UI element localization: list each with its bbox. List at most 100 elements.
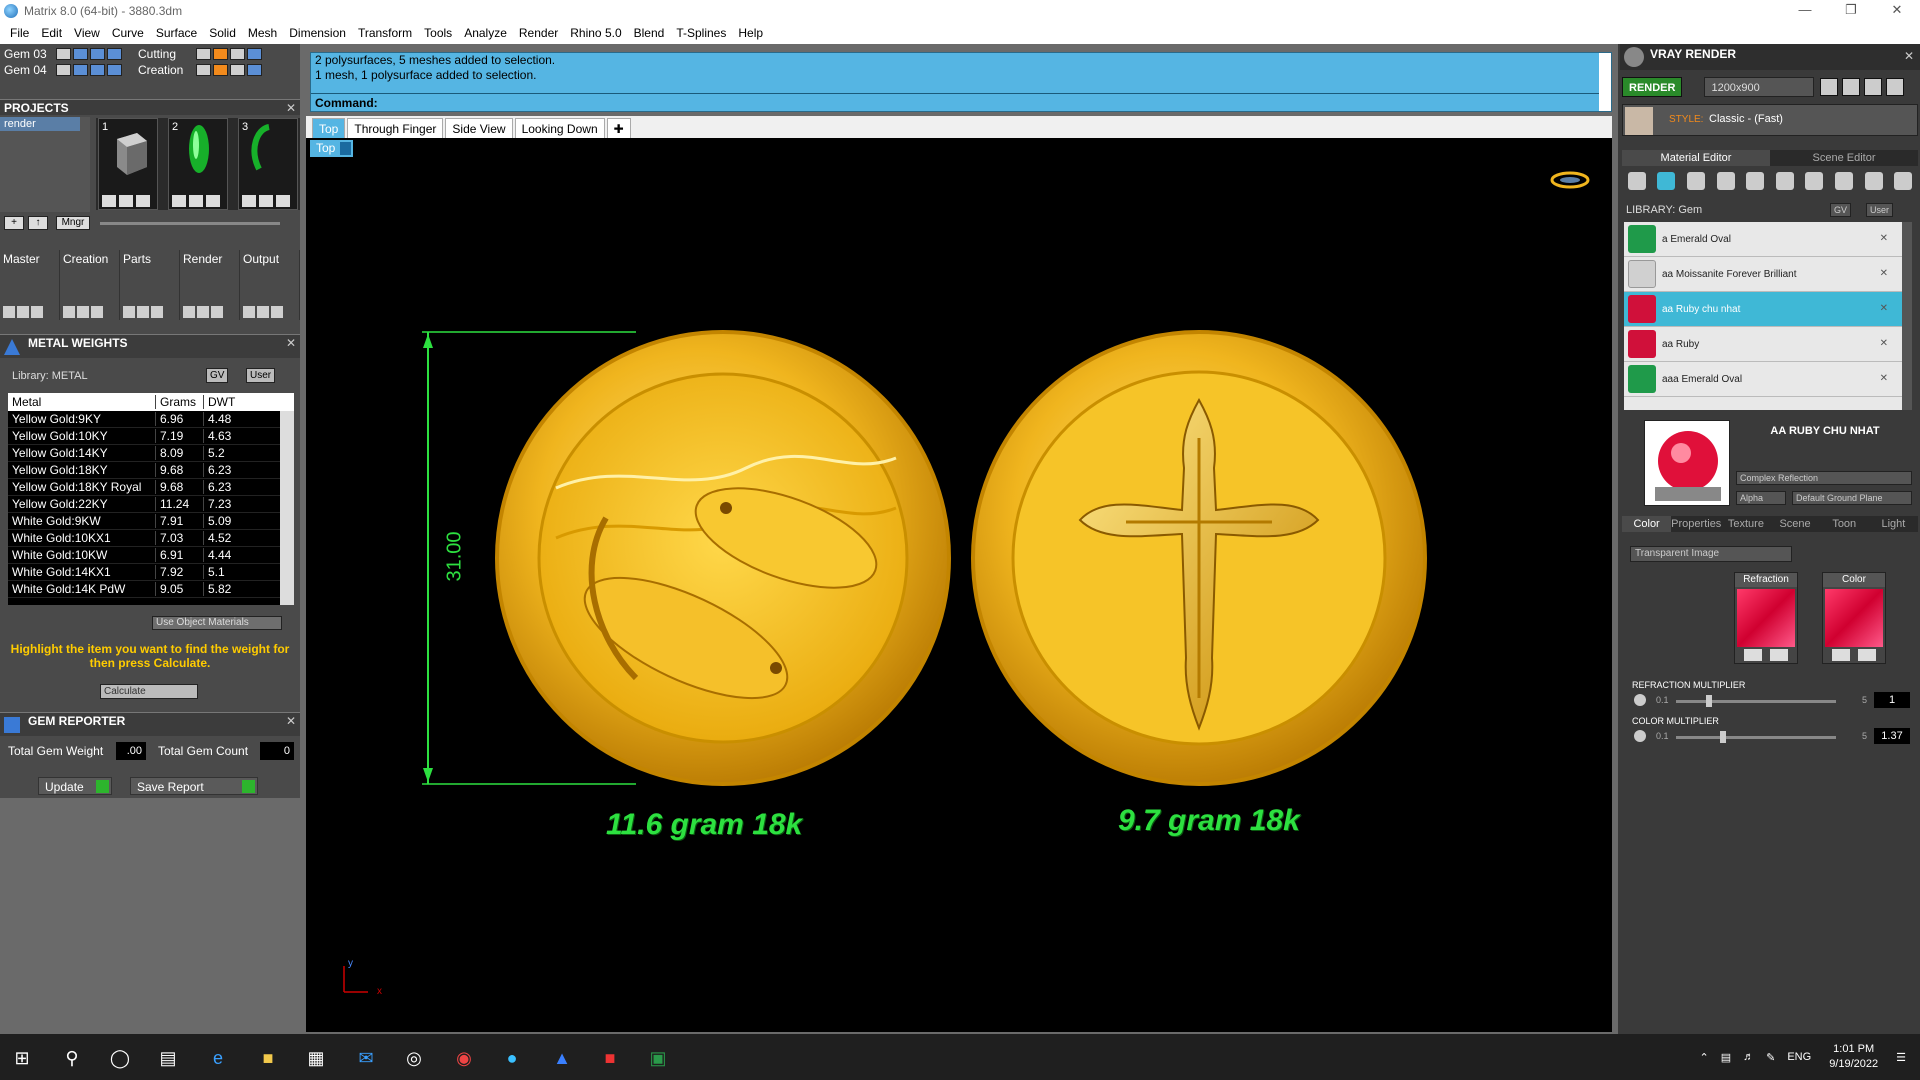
brush-icon[interactable]	[1864, 172, 1883, 190]
refraction-multiplier-slider[interactable]: 0.1 5 1	[1634, 692, 1910, 710]
tab-through-finger[interactable]: Through Finger	[347, 118, 444, 138]
restore-icon[interactable]: ❐	[1828, 0, 1874, 22]
diamond-icon[interactable]	[1834, 172, 1853, 190]
layer-controls[interactable]	[196, 47, 264, 60]
picker-icon[interactable]	[1744, 649, 1762, 661]
menu-edit[interactable]: Edit	[35, 26, 68, 40]
update-button[interactable]: Update	[38, 777, 112, 795]
up-project-button[interactable]: ↑	[28, 216, 48, 230]
project-item-render[interactable]: render	[0, 117, 80, 131]
render-button[interactable]: RENDER	[1622, 77, 1683, 97]
menu-render[interactable]: Render	[513, 26, 564, 40]
grid-icon[interactable]	[1775, 172, 1794, 190]
layer-controls[interactable]	[56, 47, 124, 60]
table-row[interactable]: Yellow Gold:22KY 11.24 7.23	[8, 496, 294, 513]
list-icon[interactable]	[1864, 78, 1883, 96]
tab-master[interactable]: Master	[0, 250, 60, 320]
tab-texture[interactable]: Texture	[1721, 516, 1771, 532]
square-icon[interactable]	[1716, 172, 1735, 190]
menu-solid[interactable]: Solid	[203, 26, 242, 40]
table-row[interactable]: Yellow Gold:18KY 9.68 6.23	[8, 462, 294, 479]
menu-blend[interactable]: Blend	[628, 26, 671, 40]
tab-looking-down[interactable]: Looking Down	[514, 118, 605, 138]
alpha-select[interactable]: Alpha	[1736, 491, 1786, 505]
store-icon[interactable]: ▦	[304, 1046, 328, 1070]
table-row[interactable]: Yellow Gold:10KY 7.19 4.63	[8, 428, 294, 445]
chevron-up-icon[interactable]: ⌃	[1700, 1051, 1709, 1064]
fish-coin[interactable]	[495, 330, 951, 786]
tab-toon[interactable]: Toon	[1819, 516, 1869, 532]
table-row[interactable]: Yellow Gold:18KY Royal 9.68 6.23	[8, 479, 294, 496]
menu-surface[interactable]: Surface	[150, 26, 203, 40]
command-scrollbar[interactable]	[1599, 53, 1611, 111]
tab-creation[interactable]: Creation	[60, 250, 120, 320]
file-explorer-icon[interactable]: ■	[256, 1046, 280, 1070]
sphere-icon[interactable]	[1686, 172, 1705, 190]
tab-top[interactable]: Top	[312, 118, 346, 138]
search-icon[interactable]: ⚲	[60, 1046, 84, 1070]
bulb-icon[interactable]	[1894, 172, 1913, 190]
remove-icon[interactable]: ✕	[1880, 268, 1888, 279]
remove-icon[interactable]: ✕	[1880, 338, 1888, 349]
table-row[interactable]: Yellow Gold:9KY 6.96 4.48	[8, 411, 294, 428]
material-item[interactable]: aa Ruby chu nhat ✕	[1624, 292, 1902, 327]
material-item[interactable]: a Emerald Oval ✕	[1624, 222, 1902, 257]
remove-icon[interactable]: ✕	[1880, 373, 1888, 384]
clock[interactable]: 1:01 PM 9/19/2022	[1829, 1042, 1878, 1072]
style-select[interactable]: STYLE: Classic - (Fast)	[1622, 104, 1918, 136]
slider-thumb[interactable]	[1720, 731, 1726, 743]
close-icon[interactable]: ✕	[1904, 46, 1914, 66]
notification-icon[interactable]: ☰	[1896, 1051, 1906, 1064]
remove-icon[interactable]: ✕	[1880, 233, 1888, 244]
calculate-button[interactable]: Calculate	[100, 684, 198, 699]
material-item[interactable]: aa Ruby ✕	[1624, 327, 1902, 362]
gem-icon[interactable]	[1657, 172, 1676, 190]
edge-icon[interactable]: e	[206, 1046, 230, 1070]
navigation-widget[interactable]	[1550, 171, 1590, 189]
color-multiplier-slider[interactable]: 0.1 5 1.37	[1634, 728, 1910, 746]
app-icon[interactable]: ■	[598, 1046, 622, 1070]
windows-start-icon[interactable]: ⊞	[10, 1046, 34, 1070]
matrix-icon[interactable]: ●	[500, 1046, 524, 1070]
user-toggle[interactable]: User	[1866, 203, 1894, 217]
menu-tools[interactable]: Tools	[418, 26, 458, 40]
project-thumb[interactable]: 3	[238, 118, 298, 210]
pattern-icon[interactable]	[1805, 172, 1824, 190]
task-view-icon[interactable]: ▤	[156, 1046, 180, 1070]
chrome-icon[interactable]: ◉	[452, 1046, 476, 1070]
rhino-icon[interactable]: ◎	[402, 1046, 426, 1070]
excel-icon[interactable]: ▣	[646, 1046, 670, 1070]
menu-mesh[interactable]: Mesh	[242, 26, 283, 40]
tab-side-view[interactable]: Side View	[445, 118, 513, 138]
color-value[interactable]	[1825, 589, 1883, 647]
add-project-button[interactable]: +	[4, 216, 24, 230]
reflection-select[interactable]: Complex Reflection	[1736, 471, 1912, 485]
tab-light[interactable]: Light	[1868, 516, 1918, 532]
transparent-image-select[interactable]: Transparent Image	[1630, 546, 1792, 562]
resolution-select[interactable]: 1200x900	[1704, 77, 1815, 97]
tab-output[interactable]: Output	[240, 250, 300, 320]
clear-icon[interactable]	[1858, 649, 1876, 661]
close-icon[interactable]: ✕	[286, 100, 296, 116]
user-toggle[interactable]: User	[246, 368, 276, 383]
layer-controls[interactable]	[196, 63, 264, 76]
save-report-button[interactable]: Save Report	[130, 777, 258, 795]
material-item[interactable]: aa Moissanite Forever Brilliant ✕	[1624, 257, 1902, 292]
project-thumb[interactable]: 2	[168, 118, 228, 210]
viewport-top[interactable]	[306, 138, 1612, 1032]
table-row[interactable]: White Gold:10KX1 7.03 4.52	[8, 530, 294, 547]
close-icon[interactable]: ✕	[286, 335, 296, 351]
menu-curve[interactable]: Curve	[106, 26, 150, 40]
clear-icon[interactable]	[1770, 649, 1788, 661]
volume-icon[interactable]: ♬	[1743, 1051, 1754, 1063]
close-icon[interactable]: ✕	[286, 713, 296, 729]
language-indicator[interactable]: ENG	[1787, 1051, 1811, 1063]
menu-rhino[interactable]: Rhino 5.0	[564, 26, 627, 40]
refraction-swatch[interactable]: Refraction	[1734, 572, 1798, 664]
menu-file[interactable]: File	[4, 26, 35, 40]
menu-help[interactable]: Help	[732, 26, 769, 40]
refraction-color[interactable]	[1737, 589, 1795, 647]
pen-icon[interactable]: ✎	[1766, 1051, 1775, 1064]
table-row[interactable]: White Gold:9KW 7.91 5.09	[8, 513, 294, 530]
grid-icon[interactable]	[1886, 78, 1905, 96]
